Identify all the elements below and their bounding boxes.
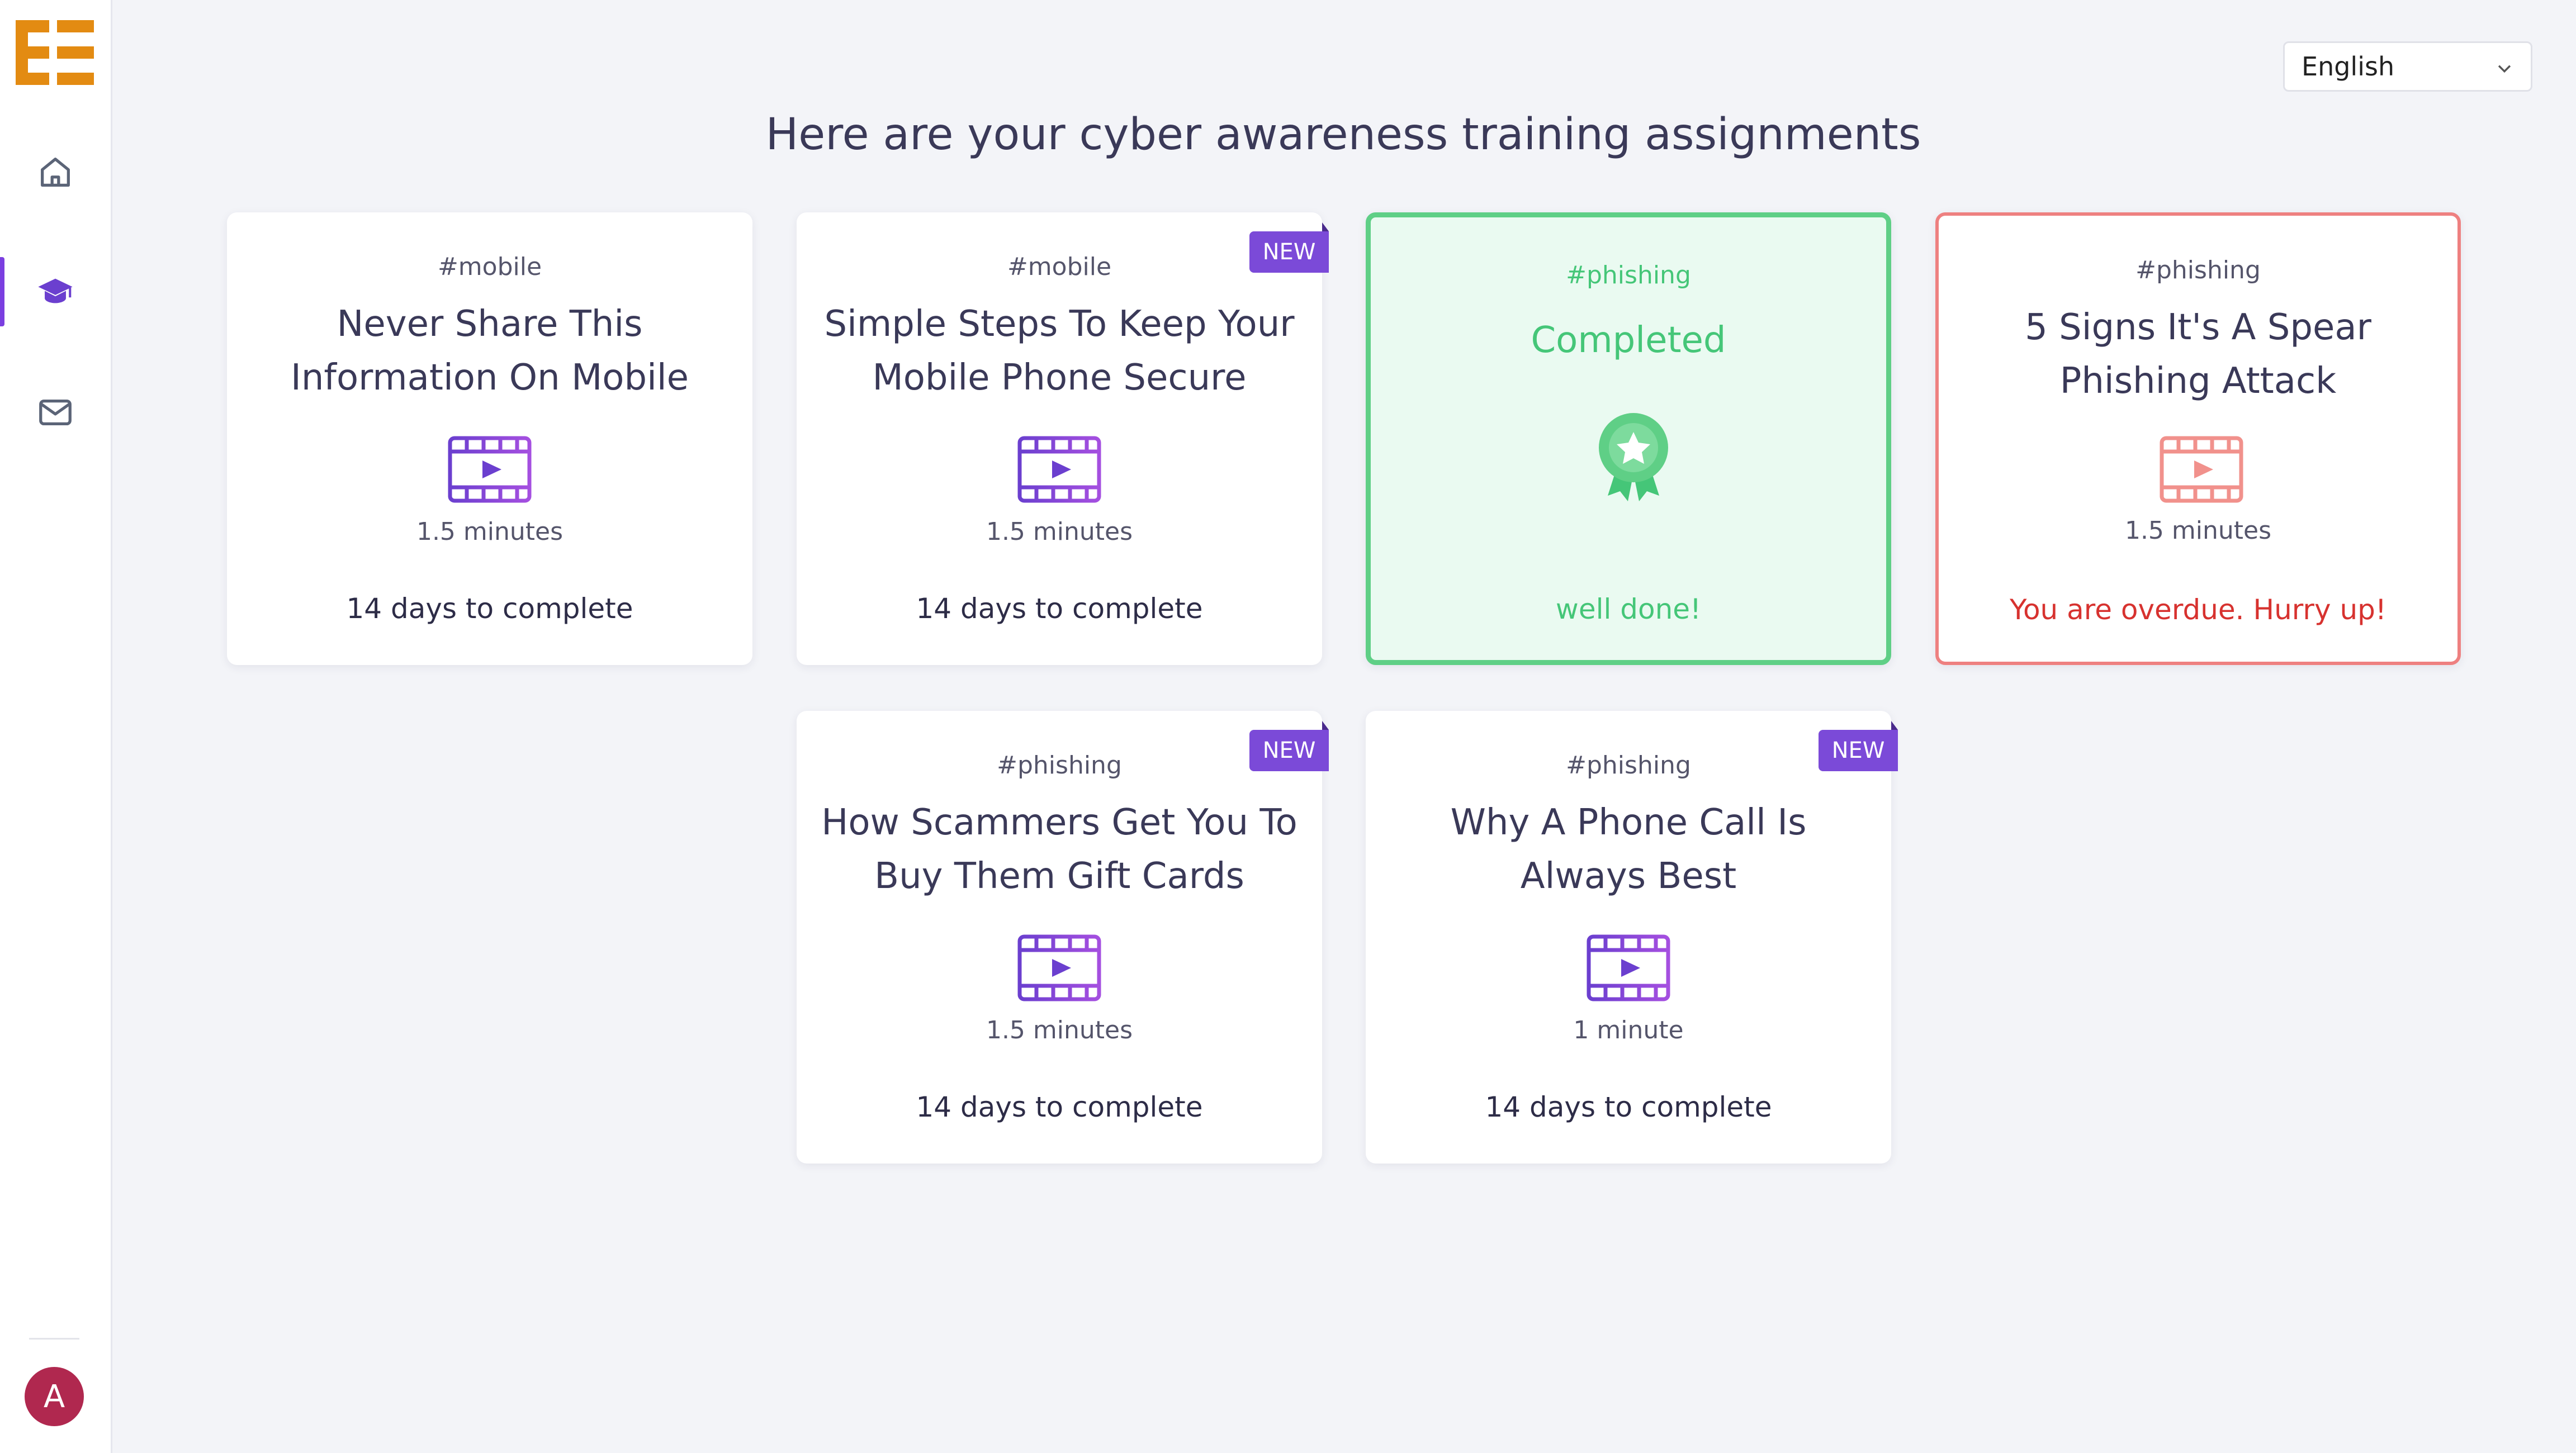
assignment-card[interactable]: NEW #phishing How Scammers Get You To Bu… xyxy=(797,711,1329,1164)
sidebar: A xyxy=(0,0,112,1453)
card-overdue-warning: You are overdue. Hurry up! xyxy=(2010,593,2386,626)
card-deadline: 14 days to complete xyxy=(916,592,1203,625)
assignment-card[interactable]: NEW #mobile Simple Steps To Keep Your Mo… xyxy=(797,212,1329,665)
card-deadline: 14 days to complete xyxy=(1485,1091,1772,1123)
card-title: Why A Phone Call Is Always Best xyxy=(1450,802,1807,897)
card-title: Simple Steps To Keep Your Mobile Phone S… xyxy=(824,303,1295,398)
card-message: well done! xyxy=(1555,593,1702,625)
card-title: 5 Signs It's A Spear Phishing Attack xyxy=(2025,307,2371,402)
assignment-card[interactable]: #mobile Never Share This Information On … xyxy=(227,212,752,665)
card-deadline: 14 days to complete xyxy=(346,592,633,625)
card-deadline: 14 days to complete xyxy=(916,1091,1203,1123)
card-duration: 1.5 minutes xyxy=(416,517,564,546)
video-icon xyxy=(448,436,532,503)
graduation-cap-icon xyxy=(38,278,73,303)
card-tag: #phishing xyxy=(2135,256,2261,284)
nav-home[interactable] xyxy=(0,137,111,207)
card-duration: 1 minute xyxy=(1573,1016,1684,1044)
card-tag: #phishing xyxy=(1566,751,1691,780)
page-title: Here are your cyber awareness training a… xyxy=(765,110,1921,160)
home-icon xyxy=(41,158,70,187)
language-select-value: English xyxy=(2302,51,2395,82)
video-icon xyxy=(2160,436,2243,503)
card-tag: #mobile xyxy=(1007,253,1112,281)
mail-icon xyxy=(39,399,72,426)
assignment-card-overdue[interactable]: #phishing 5 Signs It's A Spear Phishing … xyxy=(1935,212,2461,665)
video-icon xyxy=(1017,934,1101,1001)
card-status: Completed xyxy=(1531,320,1726,361)
nav-mail[interactable] xyxy=(0,378,111,447)
logo-icon[interactable] xyxy=(16,20,94,85)
card-title: Never Share This Information On Mobile xyxy=(290,303,689,398)
card-duration: 1.5 minutes xyxy=(986,1016,1133,1044)
language-select[interactable]: English xyxy=(2283,41,2532,92)
assignment-card[interactable]: NEW #phishing Why A Phone Call Is Always… xyxy=(1366,711,1898,1164)
award-medal-icon xyxy=(1599,413,1668,501)
video-icon xyxy=(1587,934,1670,1001)
avatar[interactable]: A xyxy=(25,1367,84,1426)
card-tag: #phishing xyxy=(1566,261,1691,289)
nav-training[interactable] xyxy=(0,257,111,326)
video-icon xyxy=(1017,436,1101,503)
sidebar-divider xyxy=(29,1338,79,1340)
chevron-down-icon xyxy=(2498,65,2511,73)
card-duration: 1.5 minutes xyxy=(986,517,1133,546)
card-tag: #mobile xyxy=(437,253,542,281)
assignment-card-completed[interactable]: #phishing Completed well done! xyxy=(1366,212,1891,665)
card-title: How Scammers Get You To Buy Them Gift Ca… xyxy=(821,802,1298,897)
card-duration: 1.5 minutes xyxy=(2124,516,2272,545)
card-tag: #phishing xyxy=(997,751,1122,780)
